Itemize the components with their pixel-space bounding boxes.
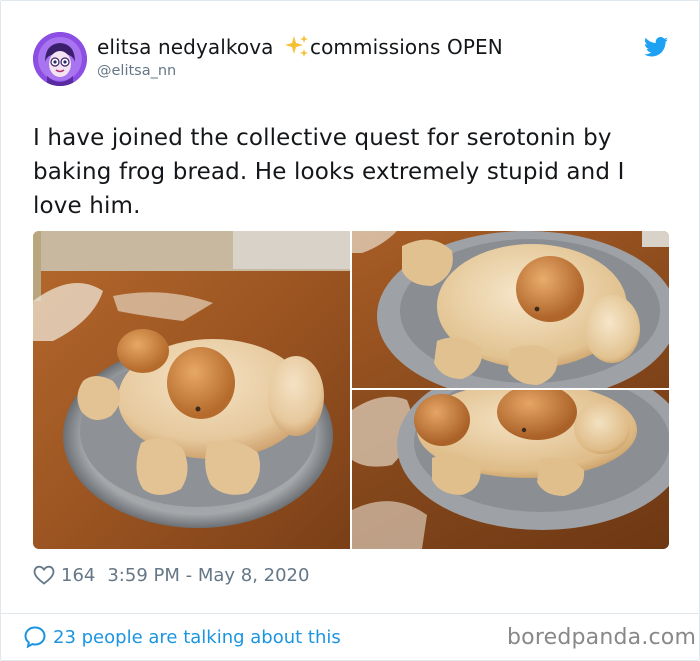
photo-frog-bread-top[interactable] bbox=[352, 231, 669, 388]
twitter-bird-icon[interactable] bbox=[644, 37, 668, 57]
conversation-link[interactable]: 23 people are talking about this bbox=[23, 625, 341, 649]
sparkles-icon bbox=[284, 35, 308, 57]
tweet-text: I have joined the collective quest for s… bbox=[33, 125, 625, 219]
conversation-text: 23 people are talking about this bbox=[53, 626, 341, 648]
speech-bubble-icon bbox=[24, 626, 46, 649]
photo-grid bbox=[33, 231, 669, 549]
photo-frog-bread-side[interactable] bbox=[352, 390, 669, 549]
author-display-name: elitsa nedyalkova bbox=[97, 35, 274, 59]
frog-bread-photo-front-icon bbox=[33, 231, 350, 549]
avatar[interactable] bbox=[33, 32, 87, 86]
tweet-timestamp[interactable]: 3:59 PM - May 8, 2020 bbox=[107, 565, 309, 586]
author-name-line[interactable]: elitsa nedyalkova commissions OPEN bbox=[97, 34, 503, 59]
author-status-text: commissions OPEN bbox=[309, 35, 503, 59]
tweet-card: elitsa nedyalkova commissions OPEN @elit… bbox=[0, 0, 700, 661]
frog-bread-photo-side-icon bbox=[352, 390, 669, 549]
like-count[interactable]: 164 bbox=[61, 565, 95, 586]
divider bbox=[1, 613, 700, 614]
photo-frog-bread-front[interactable] bbox=[33, 231, 350, 549]
heart-icon[interactable] bbox=[33, 565, 55, 585]
tweet-meta: 164 3:59 PM - May 8, 2020 bbox=[33, 563, 309, 587]
frog-bread-photo-top-icon bbox=[352, 231, 669, 388]
avatar-illustration-icon bbox=[33, 32, 87, 86]
watermark: boredpanda.com bbox=[507, 625, 697, 650]
author-handle[interactable]: @elitsa_nn bbox=[97, 63, 176, 79]
